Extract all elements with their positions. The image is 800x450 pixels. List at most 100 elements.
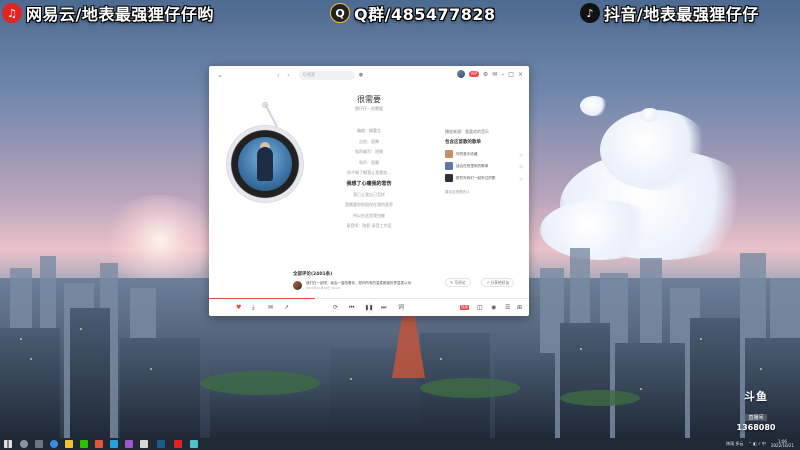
browser-icon[interactable] — [50, 440, 58, 448]
app-icon[interactable] — [140, 440, 148, 448]
lyric-line[interactable]: 和声编写：屈霄 — [319, 147, 419, 158]
progress-bar[interactable] — [209, 298, 529, 299]
write-comment-button[interactable]: ✎ 写评论 — [445, 278, 471, 287]
chat-icon[interactable] — [110, 440, 118, 448]
vip-badge[interactable]: VIP — [468, 71, 479, 77]
titlebar-right: VIP ⚙ ✉ – □ × — [456, 70, 523, 78]
play-icon[interactable]: ▷ — [520, 152, 523, 157]
overlay-netease-text: 网易云/地表最强狸仔仔哟 — [26, 5, 214, 24]
explorer-icon[interactable] — [65, 440, 73, 448]
similar-playlist-item[interactable]: 你的音乐收藏 ▷ — [445, 148, 523, 160]
lyric-line[interactable]: 你不够了解我让我更加... — [319, 168, 419, 179]
microphone-icon[interactable]: ● — [359, 72, 363, 78]
avatar[interactable] — [456, 70, 465, 78]
douyu-watermark: 斗鱼 直播间 1368080 — [726, 388, 786, 432]
similar-playlists: 你的音乐收藏 ▷ 适合在夜里听的歌单 ▷ 那些年我们一起听过的歌 ▷ — [445, 148, 523, 184]
vinyl-disc — [227, 126, 303, 202]
playlist-name: 那些年我们一起听过的歌 — [456, 175, 496, 180]
lyrics-desktop-icon[interactable]: ⊞ — [517, 304, 522, 312]
overlay-netease: ♫ 网易云/地表最强狸仔仔哟 — [2, 0, 214, 26]
douyin-icon: ♪ — [580, 3, 600, 23]
playlist-name: 你的音乐收藏 — [456, 151, 478, 156]
playlist-icon[interactable]: ☰ — [505, 304, 510, 312]
cloud — [580, 96, 608, 116]
play-source[interactable]: 播放来源：我喜欢的音乐 — [445, 128, 523, 136]
minimize-icon[interactable]: – — [501, 71, 504, 78]
lyric-line[interactable]: 吉他：屈霄 — [319, 137, 419, 148]
overlay-qq: Q Q群/485477828 — [330, 0, 496, 26]
album-cover — [238, 137, 292, 191]
similar-playlist-item[interactable]: 适合在夜里听的歌单 ▷ — [445, 160, 523, 172]
search-icon[interactable] — [20, 440, 28, 448]
lyrics-panel: 编曲：柳重言 吉他：屈霄 和声编写：屈霄 和声：屈霄 你不够了解我让我更加... 我想了心… — [319, 126, 419, 232]
download-icon[interactable]: ⤓ — [252, 304, 255, 312]
play-icon[interactable]: ▷ — [520, 176, 523, 181]
similar-header: 包含这首歌的歌单 — [445, 140, 481, 145]
play-icon[interactable]: ▷ — [520, 164, 523, 169]
lyric-line[interactable]: 和声：屈霄 — [319, 158, 419, 169]
steam-icon[interactable] — [157, 440, 165, 448]
netease-music-icon: ♫ — [2, 3, 22, 23]
lyric-line[interactable]: 编曲：柳重言 — [319, 126, 419, 137]
loop-mode-icon[interactable]: ⟳ — [333, 304, 338, 312]
song-artist-album[interactable]: 狸仔仔 - 很需要 — [209, 106, 529, 112]
search-input[interactable]: Q 搜索 — [298, 70, 355, 80]
mail-icon[interactable]: ✉ — [492, 71, 497, 78]
app-icon[interactable] — [95, 440, 103, 448]
commenter-avatar[interactable] — [293, 281, 302, 290]
taskbar: 阵雨 多云 ⌃ ◧ ♪ 中 1:06 2022/10/21 — [0, 438, 800, 450]
share-button[interactable]: ↗ 分享给好友 — [481, 278, 515, 287]
tray-icons[interactable]: ⌃ ◧ ♪ 中 — [748, 441, 766, 447]
music-player-window: ⌄ ‹ › Q 搜索 ● VIP ⚙ ✉ – □ × 很需要 狸仔仔 - 很需要… — [209, 66, 529, 316]
comment-item: 我们在一起吧，我会一直陪着你，愿你所有的温柔都被世界温柔以待 2022年10月1… — [293, 281, 443, 290]
overlay-douyin-text: 抖音/地表最强狸仔仔 — [604, 5, 759, 24]
overlay-qq-text: Q群/485477828 — [354, 5, 496, 24]
like-heart-icon[interactable]: ♥ — [236, 304, 241, 312]
more-link[interactable]: 喜欢这首歌的人 — [445, 190, 523, 195]
player-controls: ♥ ⤓ ✉ ↗ ⟳ ⏮ ❚❚ ⏭ 词 极高 ◫ ◉ ☰ ⊞ — [209, 300, 529, 316]
wechat-icon[interactable] — [80, 440, 88, 448]
next-icon[interactable]: ⏭ — [381, 304, 386, 312]
lyrics-icon[interactable]: 词 — [398, 304, 404, 312]
sound-effect-icon[interactable]: ◫ — [477, 304, 483, 312]
side-panel: 播放来源：我喜欢的音乐 包含这首歌的歌单 你的音乐收藏 ▷ 适合在夜里听的歌单 ▷ 那些… — [445, 128, 523, 195]
douyu-sub: 直播间 — [745, 414, 767, 421]
clock-date: 2022/10/21 — [770, 443, 794, 448]
share-icon[interactable]: ↗ — [284, 304, 289, 312]
overlay-douyin: ♪ 抖音/地表最强狸仔仔 — [580, 0, 759, 26]
playlist-thumbnail — [445, 150, 453, 158]
collapse-icon[interactable]: ⌄ — [217, 71, 227, 79]
douyu-logo: 斗鱼 — [744, 390, 768, 403]
app-icon[interactable] — [190, 440, 198, 448]
progress-fill — [209, 298, 315, 299]
previous-icon[interactable]: ⏮ — [349, 304, 354, 312]
comment-icon[interactable]: ✉ — [268, 304, 273, 312]
maximize-icon[interactable]: □ — [508, 71, 514, 78]
windows-start-icon[interactable] — [4, 440, 12, 448]
comment-time: 2022年10月18日 18:20 — [306, 286, 340, 290]
write-comment-label: 写评论 — [454, 279, 466, 285]
similar-playlist-item[interactable]: 那些年我们一起听过的歌 ▷ — [445, 172, 523, 184]
qq-penguin-icon: Q — [330, 3, 350, 23]
clock[interactable]: 1:06 2022/10/21 — [770, 439, 794, 449]
weather-text[interactable]: 阵雨 多云 — [726, 441, 743, 447]
lyric-line[interactable]: 我已让我自己怎样 — [319, 190, 419, 201]
app-icon[interactable] — [125, 440, 133, 448]
settings-icon[interactable]: ⚙ — [483, 71, 488, 78]
cloud — [600, 110, 710, 190]
close-icon[interactable]: × — [518, 71, 523, 78]
lyric-line[interactable]: 我需要你的陪伴在我的身旁 — [319, 200, 419, 211]
lyric-line-current[interactable]: 我想了心痛我的悲伤 — [319, 179, 419, 190]
pause-button[interactable]: ❚❚ — [364, 303, 374, 313]
netease-music-taskbar-icon[interactable] — [174, 440, 182, 448]
song-title: 很需要 — [357, 95, 381, 104]
lyric-line[interactable]: 录音师：陈毅 录音工作室 — [319, 221, 419, 232]
lyric-line[interactable]: 所以在这里我也被 — [319, 211, 419, 222]
cloud — [640, 108, 660, 122]
taskview-icon[interactable] — [35, 440, 43, 448]
quality-badge[interactable]: 极高 — [460, 305, 469, 310]
nav-arrows[interactable]: ‹ › — [277, 72, 293, 79]
system-tray: 阵雨 多云 ⌃ ◧ ♪ 中 1:06 2022/10/21 — [726, 438, 794, 450]
playlist-thumbnail — [445, 174, 453, 182]
volume-icon[interactable]: ◉ — [491, 304, 496, 312]
